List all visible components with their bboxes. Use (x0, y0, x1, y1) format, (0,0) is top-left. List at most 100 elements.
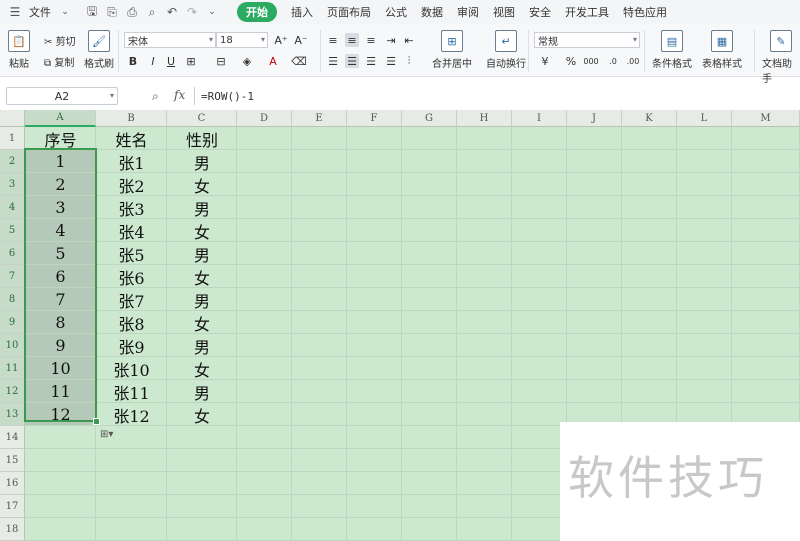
column-header-m[interactable]: M (732, 110, 800, 127)
table-cell[interactable]: 女 (167, 311, 237, 334)
row-header[interactable]: 13 (0, 403, 25, 426)
export-icon[interactable]: ⎘ (105, 5, 119, 19)
row-header[interactable]: 7 (0, 265, 25, 288)
row-header[interactable]: 12 (0, 380, 25, 403)
table-cell[interactable]: 张3 (96, 196, 167, 219)
conditional-format-button[interactable]: ▤ 条件格式 (652, 30, 692, 70)
row-header[interactable]: 16 (0, 472, 25, 495)
number-format-select[interactable]: 常规 ▾ (534, 32, 640, 48)
decrease-font-icon[interactable]: A⁻ (294, 33, 308, 47)
underline-icon[interactable]: U (164, 54, 178, 68)
row-header[interactable]: 3 (0, 173, 25, 196)
print-icon[interactable]: ⎙ (125, 5, 139, 19)
table-cell[interactable]: 男 (167, 334, 237, 357)
file-menu[interactable]: 文件 (25, 0, 55, 24)
row-header[interactable]: 17 (0, 495, 25, 518)
table-cell[interactable]: 男 (167, 196, 237, 219)
function-icon[interactable]: fx (174, 88, 185, 102)
table-cell[interactable]: 男 (167, 242, 237, 265)
increase-decimal-icon[interactable]: .0 (606, 54, 620, 68)
table-cell[interactable]: 张5 (96, 242, 167, 265)
select-all-corner[interactable] (0, 110, 25, 127)
column-header-j[interactable]: J (567, 110, 622, 127)
autofill-options-icon[interactable]: ⊞▾ (100, 427, 122, 441)
formula-input[interactable]: =ROW()-1 (194, 87, 800, 105)
row-header[interactable]: 8 (0, 288, 25, 311)
table-cell[interactable]: 男 (167, 380, 237, 403)
distribute-icon[interactable]: ⫶ (402, 54, 416, 68)
table-cell[interactable]: 张2 (96, 173, 167, 196)
indent-decrease-icon[interactable]: ⇤ (402, 33, 416, 47)
font-color-icon[interactable]: A (266, 54, 280, 68)
column-header-c[interactable]: C (167, 110, 237, 127)
merge-center-button[interactable]: ⊞ 合并居中 (432, 30, 472, 70)
table-cell[interactable]: 女 (167, 403, 237, 426)
table-style-button[interactable]: ▦ 表格样式 (702, 30, 742, 70)
tab-0[interactable]: 开始 (237, 2, 277, 22)
column-header-l[interactable]: L (677, 110, 732, 127)
header-cell[interactable]: 性别 (167, 127, 237, 150)
row-header[interactable]: 1 (0, 127, 25, 150)
row-header[interactable]: 15 (0, 449, 25, 472)
tab-8[interactable]: 开发工具 (565, 4, 609, 20)
fill-handle[interactable] (93, 418, 100, 425)
column-header-f[interactable]: F (347, 110, 402, 127)
table-cell[interactable]: 女 (167, 265, 237, 288)
row-header[interactable]: 6 (0, 242, 25, 265)
align-center-icon[interactable]: ☰ (345, 54, 359, 68)
row-header[interactable]: 11 (0, 357, 25, 380)
column-header-b[interactable]: B (96, 110, 167, 127)
doc-helper-button[interactable]: ✎ 文档助手 (762, 30, 800, 85)
column-header-k[interactable]: K (622, 110, 677, 127)
header-cell[interactable]: 姓名 (96, 127, 167, 150)
align-left-icon[interactable]: ☰ (326, 54, 340, 68)
table-cell[interactable]: 女 (167, 173, 237, 196)
tab-9[interactable]: 特色应用 (623, 4, 667, 20)
table-cell[interactable]: 张4 (96, 219, 167, 242)
table-cell[interactable]: 张12 (96, 403, 167, 426)
table-cell[interactable]: 女 (167, 357, 237, 380)
undo-icon[interactable]: ↶ (165, 5, 179, 19)
column-header-e[interactable]: E (292, 110, 347, 127)
border-icon[interactable]: ⊞ (184, 54, 198, 68)
row-header[interactable]: 2 (0, 150, 25, 173)
preview-icon[interactable]: ⌕ (145, 5, 159, 19)
tab-7[interactable]: 安全 (529, 4, 551, 20)
column-header-a[interactable]: A (25, 110, 96, 127)
align-right-icon[interactable]: ☰ (364, 54, 378, 68)
tab-4[interactable]: 数据 (421, 4, 443, 20)
name-box[interactable]: A2 ▾ (6, 87, 118, 105)
zoom-icon[interactable]: ⌕ (152, 89, 159, 104)
justify-icon[interactable]: ☰ (384, 54, 398, 68)
table-cell[interactable]: 张7 (96, 288, 167, 311)
format-painter-button[interactable]: 🖌 格式刷 (84, 30, 114, 70)
header-cell[interactable]: 序号 (25, 127, 96, 150)
decrease-decimal-icon[interactable]: .00 (626, 54, 640, 68)
thousands-icon[interactable]: 000 (583, 54, 598, 68)
tab-2[interactable]: 页面布局 (327, 4, 371, 20)
tab-6[interactable]: 视图 (493, 4, 515, 20)
italic-icon[interactable]: I (146, 54, 160, 68)
tab-3[interactable]: 公式 (385, 4, 407, 20)
row-header[interactable]: 10 (0, 334, 25, 357)
table-cell[interactable]: 张11 (96, 380, 167, 403)
row-header[interactable]: 5 (0, 219, 25, 242)
table-cell[interactable]: 张10 (96, 357, 167, 380)
table-cell[interactable]: 张9 (96, 334, 167, 357)
paste-button[interactable]: 📋 粘贴 (8, 30, 30, 70)
column-header-g[interactable]: G (402, 110, 457, 127)
table-cell[interactable]: 女 (167, 219, 237, 242)
redo-icon[interactable]: ↷ (185, 5, 199, 19)
wrap-text-button[interactable]: ↵ 自动换行 (486, 30, 526, 70)
table-cell[interactable]: 张8 (96, 311, 167, 334)
clear-format-icon[interactable]: ⌫ (291, 54, 307, 68)
indent-increase-icon[interactable]: ⇥ (384, 33, 398, 47)
row-header[interactable]: 18 (0, 518, 25, 541)
fill-color-icon[interactable]: ◈ (240, 54, 254, 68)
percent-icon[interactable]: % (564, 54, 578, 68)
cut-button[interactable]: ✂ 剪切 (44, 33, 76, 48)
table-cell[interactable]: 张1 (96, 150, 167, 173)
currency-icon[interactable]: ¥ (538, 54, 552, 68)
merge-icon[interactable]: ⊟ (214, 54, 228, 68)
tab-5[interactable]: 审阅 (457, 4, 479, 20)
